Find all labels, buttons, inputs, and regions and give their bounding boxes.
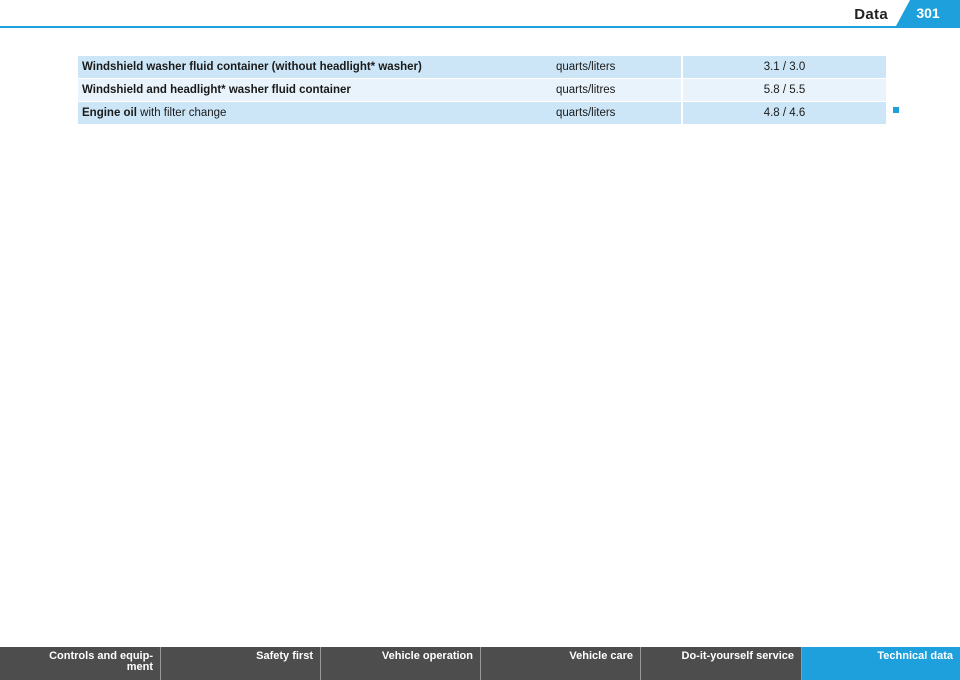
- table-row: Windshield washer fluid container (witho…: [78, 56, 886, 79]
- row-unit: quarts/liters: [552, 56, 683, 79]
- page-number: 301: [896, 0, 960, 26]
- nav-tab-technical-data[interactable]: Technical data: [802, 647, 960, 680]
- section-end-marker: [893, 107, 899, 113]
- row-label-bold: Windshield and headlight* washer fluid c…: [82, 84, 351, 96]
- row-value: 3.1 / 3.0: [682, 56, 886, 79]
- nav-tab-safety[interactable]: Safety first: [161, 647, 321, 680]
- row-value: 5.8 / 5.5: [682, 78, 886, 102]
- nav-tab-vehicle-operation[interactable]: Vehicle operation: [321, 647, 481, 680]
- nav-tab-controls[interactable]: Controls and equip- ment: [0, 647, 161, 680]
- row-label-bold: Engine oil: [82, 107, 137, 119]
- chapter-navigation: Controls and equip- ment Safety first Ve…: [0, 647, 960, 680]
- row-value: 4.8 / 4.6: [682, 101, 886, 125]
- nav-tab-diy-service[interactable]: Do-it-yourself service: [641, 647, 802, 680]
- row-unit: quarts/litres: [552, 78, 683, 102]
- row-unit: quarts/liters: [552, 101, 683, 125]
- row-label-bold: Windshield washer fluid container (witho…: [82, 61, 422, 73]
- row-label: Windshield washer fluid container (witho…: [78, 56, 552, 79]
- header-rule: [0, 26, 960, 28]
- capacities-table: Windshield washer fluid container (witho…: [78, 56, 886, 125]
- row-label-rest: with filter change: [136, 107, 227, 119]
- table-row: Windshield and headlight* washer fluid c…: [78, 78, 886, 102]
- table-row: Engine oil with filter change quarts/lit…: [78, 101, 886, 125]
- nav-tab-vehicle-care[interactable]: Vehicle care: [481, 647, 641, 680]
- row-label: Windshield and headlight* washer fluid c…: [78, 78, 552, 102]
- row-label: Engine oil with filter change: [78, 101, 552, 125]
- section-title: Data: [854, 6, 888, 23]
